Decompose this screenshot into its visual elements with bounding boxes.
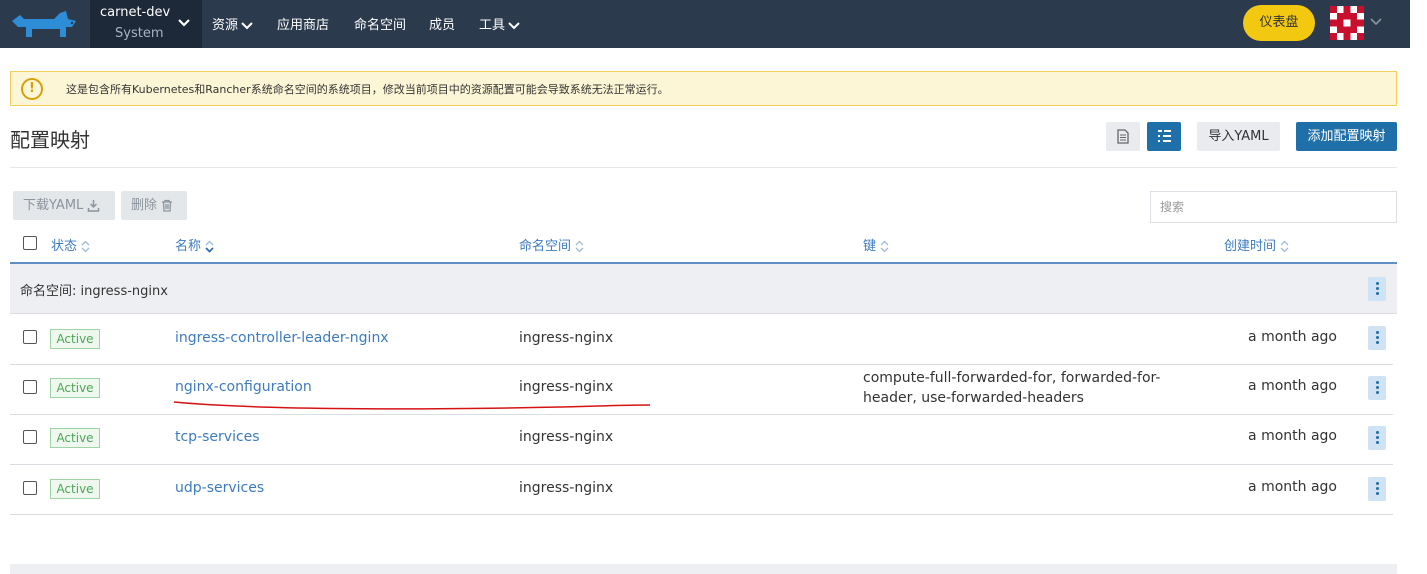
select-all-checkbox[interactable] (23, 236, 37, 250)
namespace-cell: ingress-nginx (519, 480, 614, 496)
sort-icon (81, 240, 90, 253)
column-header-name[interactable]: 名称 (175, 235, 214, 254)
column-header-keys[interactable]: 键 (863, 235, 889, 254)
created-cell: a month ago (1248, 428, 1337, 444)
nav-catalog-apps[interactable]: 应用商店 (277, 14, 329, 33)
user-avatar[interactable] (1330, 6, 1364, 40)
namespace-cell: ingress-nginx (519, 379, 614, 395)
warning-circle-icon: ! (21, 78, 43, 100)
project-name: System (115, 26, 164, 41)
divider (10, 167, 1397, 168)
page-title: 配置映射 (10, 128, 90, 152)
row-checkbox[interactable] (23, 330, 37, 344)
nav-resources[interactable]: 资源 (212, 14, 253, 33)
table-row: Active ingress-controller-leader-nginx i… (10, 315, 1393, 365)
config-map-name-link[interactable]: udp-services (175, 480, 264, 496)
namespace-cell: ingress-nginx (519, 330, 614, 346)
status-badge: Active (50, 378, 100, 398)
rancher-logo-icon[interactable] (10, 7, 78, 41)
sort-icon (205, 240, 214, 253)
table-row: Active udp-services ingress-nginx a mont… (10, 465, 1393, 515)
status-badge: Active (50, 428, 100, 448)
list-tree-icon (1158, 130, 1171, 142)
download-icon (88, 200, 100, 212)
table-row: Active tcp-services ingress-nginx a mont… (10, 415, 1393, 465)
footer-band (10, 564, 1397, 574)
chevron-down-icon (508, 21, 520, 29)
search-input[interactable] (1150, 191, 1397, 223)
row-checkbox[interactable] (23, 380, 37, 394)
created-cell: a month ago (1248, 329, 1337, 345)
created-cell: a month ago (1248, 479, 1337, 495)
row-actions-menu-button[interactable] (1368, 426, 1386, 450)
file-icon (1117, 129, 1129, 144)
chevron-down-icon (241, 21, 253, 29)
dashboard-button[interactable]: 仪表盘 (1243, 5, 1315, 41)
system-project-warning-banner: ! 这是包含所有Kubernetes和Rancher系统命名空间的系统项目，修改… (10, 71, 1397, 106)
download-yaml-button[interactable]: 下载YAML (13, 191, 115, 220)
config-map-name-link[interactable]: tcp-services (175, 429, 260, 445)
config-map-name-link[interactable]: nginx-configuration (175, 379, 312, 395)
row-checkbox[interactable] (23, 430, 37, 444)
status-badge: Active (50, 329, 100, 349)
chevron-down-icon[interactable] (1370, 17, 1382, 27)
nav-tools[interactable]: 工具 (479, 14, 520, 33)
row-actions-menu-button[interactable] (1368, 326, 1386, 350)
namespace-group-row: 命名空间: ingress-nginx (10, 264, 1397, 314)
top-header: carnet-dev System 资源 应用商店 命名空间 成员 工具 仪表盘 (0, 0, 1410, 48)
file-view-button[interactable] (1106, 122, 1140, 151)
grouped-list-view-button[interactable] (1147, 122, 1181, 151)
delete-button[interactable]: 删除 (121, 191, 187, 220)
trash-icon (162, 199, 173, 212)
keys-cell: compute-full-forwarded-for, forwarded-fo… (863, 370, 1161, 406)
add-config-map-button[interactable]: 添加配置映射 (1296, 122, 1397, 151)
column-header-state[interactable]: 状态 (51, 235, 90, 254)
created-cell: a month ago (1248, 378, 1337, 394)
status-badge: Active (50, 479, 100, 499)
cluster-switcher[interactable]: carnet-dev System (90, 0, 202, 48)
import-yaml-button[interactable]: 导入YAML (1197, 122, 1280, 151)
nav-namespaces[interactable]: 命名空间 (354, 14, 406, 33)
column-header-created[interactable]: 创建时间 (1224, 235, 1289, 254)
chevron-down-icon (178, 19, 190, 27)
banner-text: 这是包含所有Kubernetes和Rancher系统命名空间的系统项目，修改当前… (66, 83, 669, 96)
row-checkbox[interactable] (23, 481, 37, 495)
table-row: Active nginx-configuration ingress-nginx… (10, 365, 1393, 415)
column-header-namespace[interactable]: 命名空间 (519, 235, 584, 254)
row-actions-menu-button[interactable] (1368, 477, 1386, 501)
namespace-cell: ingress-nginx (519, 429, 614, 445)
sort-icon (1280, 240, 1289, 253)
sort-icon (575, 240, 584, 253)
cluster-name: carnet-dev (100, 5, 171, 20)
sort-icon (880, 240, 889, 253)
config-map-name-link[interactable]: ingress-controller-leader-nginx (175, 330, 389, 346)
nav-members[interactable]: 成员 (429, 14, 455, 33)
row-actions-menu-button[interactable] (1368, 376, 1386, 400)
group-actions-menu-button[interactable] (1368, 277, 1386, 301)
group-label: 命名空间: ingress-nginx (20, 284, 168, 299)
